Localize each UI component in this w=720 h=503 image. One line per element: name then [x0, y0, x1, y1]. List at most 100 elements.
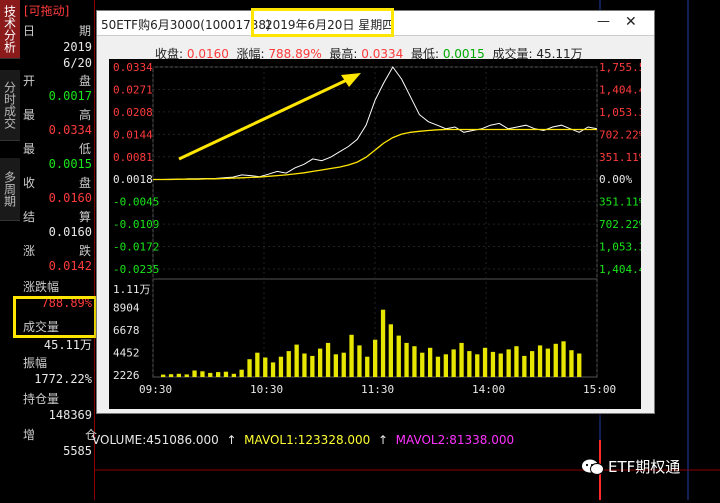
price-tick-label: 0.0208 — [113, 106, 153, 119]
low-label: 最 — [23, 142, 36, 156]
intraday-dialog[interactable]: 50ETF购6月3000(10001738) 2019年6月20日 星期四 — … — [96, 10, 659, 414]
price-tick-label: 0.0271 — [113, 83, 153, 96]
close-value: 0.0160 — [48, 191, 92, 205]
volume-bar — [420, 352, 425, 377]
volume-bar — [498, 353, 503, 377]
pct-tick-label: 1,755.56% — [599, 61, 641, 74]
volume-indicator-bar: VOLUME:451086.000 ↑ MAVOL1:123328.000 ↑ … — [92, 433, 515, 447]
price-tick-label: -0.0109 — [113, 218, 159, 231]
pct-tick-label: 351.11% — [599, 196, 641, 209]
volume-bar — [255, 352, 260, 377]
volume-tick-label: 2226 — [113, 369, 140, 382]
change-value: 0.0142 — [48, 259, 92, 273]
price-tick-label: 0.0081 — [113, 151, 153, 164]
volume-bar — [412, 346, 417, 377]
dialog-title: 50ETF购6月3000(10001738) — [101, 18, 271, 32]
volume-bar — [396, 335, 401, 377]
tab-label: 分时成交 — [2, 81, 17, 129]
close-label: 盘 — [78, 176, 91, 190]
tab-technical-analysis[interactable]: 技术分析 — [0, 0, 20, 59]
volume-bar — [514, 346, 519, 377]
time-tick-label: 09:30 — [139, 383, 172, 396]
open-interest-label: 持仓量 — [23, 392, 60, 406]
volume-bar — [380, 309, 386, 377]
volume-bar — [176, 373, 181, 377]
low-label: 低 — [78, 142, 91, 156]
volume-bar — [231, 373, 236, 377]
volume-bar — [475, 354, 480, 377]
pct-tick-label: 702.22% — [599, 218, 641, 231]
volume-bar — [577, 353, 582, 377]
volume-bar — [561, 341, 566, 377]
settle-label: 算 — [78, 210, 91, 224]
pct-tick-label: 702.22% — [599, 128, 641, 141]
volume-bar — [208, 372, 213, 377]
volume-bar — [506, 349, 511, 377]
amplitude-value: 1772.22% — [34, 372, 92, 386]
pct-tick-label: 0.00% — [599, 173, 632, 186]
volume-bar — [373, 339, 378, 377]
volume-bar — [333, 354, 338, 377]
date-year: 2019 — [63, 40, 92, 54]
time-tick-label: 11:30 — [361, 383, 394, 396]
volume-bar — [443, 354, 448, 377]
time-tick-label: 10:30 — [250, 383, 283, 396]
volume-bar — [239, 369, 244, 377]
settle-label: 结 — [23, 210, 36, 224]
volume-bar — [192, 370, 197, 377]
change-label: 涨 — [23, 244, 36, 258]
volume-tick-label: 6678 — [113, 324, 140, 337]
drag-handle-label[interactable]: [可拖动] — [24, 2, 69, 19]
volume-bar — [318, 348, 323, 377]
volume-bar — [161, 374, 166, 377]
date-label: 期 — [78, 24, 91, 38]
tab-label: 技术分析 — [2, 5, 17, 53]
wechat-icon — [582, 458, 604, 476]
volume-bar — [286, 351, 291, 377]
volume-bar — [451, 349, 456, 377]
tab-intraday-trades[interactable]: 分时成交 — [0, 70, 20, 141]
date-label: 日 — [23, 24, 36, 38]
tab-multi-period[interactable]: 多周期 — [0, 158, 20, 221]
price-tick-label: 0.0334 — [113, 61, 153, 74]
oi-change-value: 5585 — [63, 444, 92, 458]
volume-bar — [459, 342, 464, 377]
pct-tick-label: 1,404.44% — [599, 263, 641, 276]
highlight-box-date — [251, 8, 394, 37]
pct-tick-label: 1,053.33% — [599, 106, 641, 119]
volume-tick-label: 4452 — [113, 347, 140, 360]
volume-readout: VOLUME:451086.000 — [92, 433, 219, 447]
high-label: 高 — [78, 108, 91, 122]
volume-bar — [537, 345, 543, 377]
volume-bar — [357, 345, 362, 377]
volume-bar — [216, 372, 221, 377]
volume-bar — [388, 324, 393, 377]
open-interest-value: 148369 — [48, 408, 92, 422]
time-tick-label: 15:00 — [583, 383, 616, 396]
pct-tick-label: 1,053.33% — [599, 241, 641, 254]
intraday-chart[interactable]: 0.0334 0.0271 0.0208 0.0144 0.0081 0.0018 -0.0… — [109, 59, 659, 409]
pct-change-label: 涨跌幅 — [23, 280, 60, 294]
volume-bar — [223, 371, 229, 377]
volume-value: 45.11万 — [43, 338, 92, 352]
volume-tick-label: 8904 — [113, 302, 140, 315]
volume-bar — [341, 352, 346, 377]
pct-tick-label: 351.11% — [599, 151, 641, 164]
pct-tick-label: 1,404.44% — [599, 83, 641, 96]
volume-bar — [263, 357, 268, 377]
volume-bar — [310, 355, 315, 377]
minimize-button[interactable]: — — [597, 14, 610, 29]
quote-info-panel[interactable]: [可拖动] 日期 2019 6/20 开盘 0.0017 最高 0.0334 最… — [20, 0, 97, 500]
oi-change-label: 增 — [23, 428, 36, 442]
volume-bar — [530, 351, 535, 377]
time-tick-label: 14:00 — [472, 383, 505, 396]
volume-bar — [522, 355, 527, 377]
mavol2-readout: MAVOL2:81338.000 — [395, 433, 515, 447]
volume-tick-label: 1.11万 — [113, 283, 151, 296]
volume-bar — [270, 362, 276, 377]
volume-bar — [325, 342, 331, 377]
close-button[interactable]: ✕ — [625, 14, 637, 30]
volume-bar — [349, 334, 354, 377]
change-label: 跌 — [78, 244, 91, 258]
tab-label: 多周期 — [2, 171, 17, 207]
